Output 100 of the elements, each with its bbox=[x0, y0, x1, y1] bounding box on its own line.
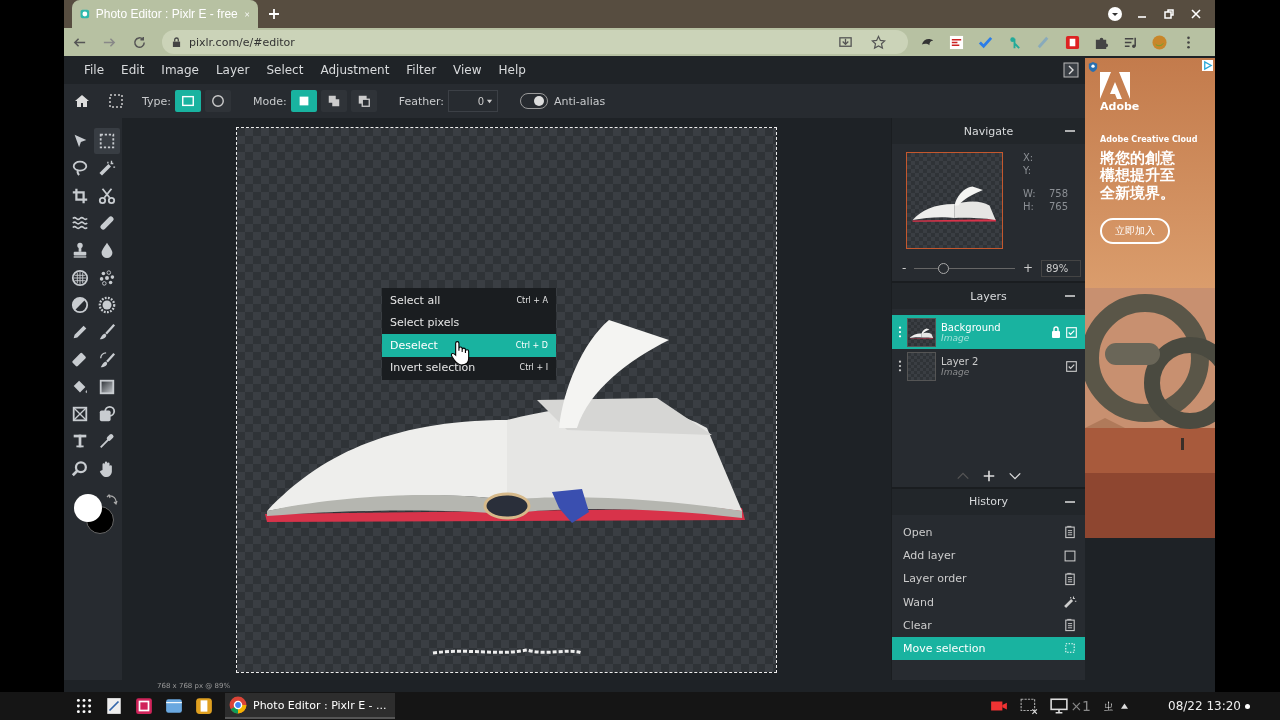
menu-item[interactable]: Layer bbox=[215, 63, 250, 77]
grid-circle-icon bbox=[70, 268, 89, 287]
panel-title: Layers bbox=[970, 289, 1007, 303]
install-icon[interactable] bbox=[838, 34, 853, 50]
clock: 08/22 13:20 bbox=[1168, 699, 1241, 713]
new-tab-icon[interactable] bbox=[268, 8, 280, 20]
layer-row[interactable]: Layer 2 Image bbox=[892, 349, 1085, 383]
zoom-out-button[interactable]: - bbox=[902, 261, 907, 275]
history-item[interactable]: Clear bbox=[892, 613, 1085, 637]
layer-type: Image bbox=[941, 332, 970, 343]
list-extension-icon[interactable] bbox=[949, 34, 964, 50]
menu-item[interactable]: Select bbox=[266, 63, 304, 77]
reload-icon[interactable] bbox=[132, 34, 147, 50]
rectangle-icon bbox=[181, 94, 195, 108]
subtract-mode-button[interactable] bbox=[350, 90, 377, 112]
drag-handle-icon[interactable] bbox=[898, 326, 902, 338]
taskbar-window-button[interactable]: Photo Editor : Pixlr E - ... bbox=[225, 693, 395, 719]
pixlr-logo-icon bbox=[80, 7, 90, 21]
menu-item[interactable]: Edit bbox=[121, 63, 145, 77]
zoom-field[interactable]: 89% bbox=[1041, 259, 1081, 277]
context-menu-item[interactable]: Select all Ctrl + A bbox=[382, 289, 556, 312]
visibility-checkbox[interactable] bbox=[1066, 360, 1077, 372]
menu-item[interactable]: View bbox=[453, 63, 482, 77]
tab-title: Photo Editor : Pixlr E - free bbox=[95, 7, 238, 21]
lasso-icon bbox=[70, 159, 89, 178]
address-bar[interactable]: pixlr.com/e/#editor bbox=[162, 30, 908, 54]
type-label: Type: bbox=[142, 94, 171, 108]
navigator-thumbnail[interactable] bbox=[906, 152, 1003, 249]
brand-name: Adobe bbox=[1100, 100, 1141, 113]
zoom-in-button[interactable]: + bbox=[1022, 261, 1033, 275]
add-mode-button[interactable] bbox=[320, 90, 347, 112]
new-mode-button[interactable] bbox=[290, 90, 317, 112]
book-drawing bbox=[909, 328, 934, 339]
menu-item[interactable]: Image bbox=[161, 63, 199, 77]
collapse-panel-icon[interactable] bbox=[1063, 62, 1079, 78]
minimize-icon[interactable] bbox=[1065, 294, 1075, 298]
files-app-icon[interactable] bbox=[195, 697, 213, 715]
menu-item[interactable]: Adjustment bbox=[320, 63, 390, 77]
rectangle-type-button[interactable] bbox=[175, 90, 201, 112]
width-value: 758 bbox=[1049, 188, 1070, 199]
checkmark-icon[interactable] bbox=[978, 34, 993, 50]
drag-handle-icon[interactable] bbox=[898, 360, 902, 372]
history-item[interactable]: Layer order bbox=[892, 567, 1085, 591]
restore-icon[interactable] bbox=[1161, 6, 1177, 22]
sun-icon bbox=[97, 295, 116, 314]
square-icon bbox=[1063, 548, 1077, 563]
gradient-square-icon bbox=[97, 377, 116, 396]
eraser-icon bbox=[70, 350, 89, 369]
anti-alias-label: Anti-alias bbox=[554, 94, 606, 108]
height-value: 765 bbox=[1049, 201, 1070, 212]
eyedropper-icon bbox=[97, 432, 116, 451]
monitor-icon[interactable] bbox=[1050, 697, 1069, 715]
transparent-canvas[interactable]: Select all Ctrl + A Select pixels Deselect Ctrl + D Invert selection Ctrl + I bbox=[237, 128, 776, 672]
add-layer-icon[interactable] bbox=[981, 468, 996, 483]
magnifier-icon bbox=[70, 459, 89, 478]
feather-label: Feather: bbox=[398, 94, 444, 108]
office-extension-icon[interactable] bbox=[1065, 34, 1080, 50]
caret-icon bbox=[486, 97, 493, 105]
dashed-square-icon bbox=[97, 132, 116, 151]
history-item[interactable]: Open bbox=[892, 520, 1085, 545]
context-menu-item[interactable]: Invert selection Ctrl + I bbox=[382, 356, 556, 379]
panel-title: Navigate bbox=[963, 124, 1014, 138]
lock-icon[interactable] bbox=[1051, 326, 1061, 338]
history-item[interactable]: Wand bbox=[892, 590, 1085, 614]
tray-expand-icon[interactable] bbox=[1121, 703, 1128, 709]
y-label: Y: bbox=[1023, 165, 1033, 176]
crop-icon bbox=[70, 186, 89, 205]
home-icon[interactable] bbox=[74, 93, 90, 109]
history-item[interactable]: Add layer bbox=[892, 544, 1085, 568]
ad-choices-icon[interactable] bbox=[1202, 60, 1213, 71]
menu-item[interactable]: Help bbox=[498, 63, 526, 77]
document-icon bbox=[1063, 618, 1077, 633]
star-icon[interactable] bbox=[871, 34, 886, 50]
app-grid-icon[interactable] bbox=[75, 697, 93, 715]
screenshot-app-icon[interactable] bbox=[135, 697, 153, 715]
document-icon bbox=[1063, 525, 1077, 540]
menu-item[interactable]: Filter bbox=[406, 63, 437, 77]
screen-icon[interactable] bbox=[1020, 697, 1039, 715]
status-dot-icon bbox=[1245, 703, 1250, 709]
product-name: Adobe Creative Cloud bbox=[1100, 135, 1199, 144]
mail-app-icon[interactable] bbox=[165, 697, 183, 715]
display-count: ×1 bbox=[1070, 698, 1091, 714]
subtract-squares-icon bbox=[356, 94, 371, 108]
tab-search-icon[interactable] bbox=[1107, 6, 1123, 22]
crossed-square-icon bbox=[70, 405, 89, 424]
input-method-indicator[interactable]: ㄓ bbox=[1103, 697, 1115, 715]
adobe-logo-icon bbox=[1100, 72, 1130, 100]
ellipse-type-button[interactable] bbox=[205, 90, 231, 112]
circle-icon bbox=[211, 94, 225, 108]
swap-colors-icon[interactable] bbox=[106, 493, 118, 506]
magic-wand-icon bbox=[97, 159, 116, 178]
panel-title: History bbox=[968, 495, 1009, 509]
notepad-icon[interactable] bbox=[105, 697, 123, 715]
zoom-slider[interactable] bbox=[937, 262, 949, 274]
feather-dropdown[interactable]: 0 bbox=[448, 90, 498, 112]
minimize-icon[interactable] bbox=[1065, 129, 1075, 133]
menu-item[interactable]: File bbox=[84, 63, 105, 77]
marquee-tool[interactable] bbox=[93, 128, 120, 155]
foreground-color-swatch[interactable] bbox=[74, 493, 102, 522]
context-menu-item[interactable]: Select pixels bbox=[382, 311, 556, 334]
